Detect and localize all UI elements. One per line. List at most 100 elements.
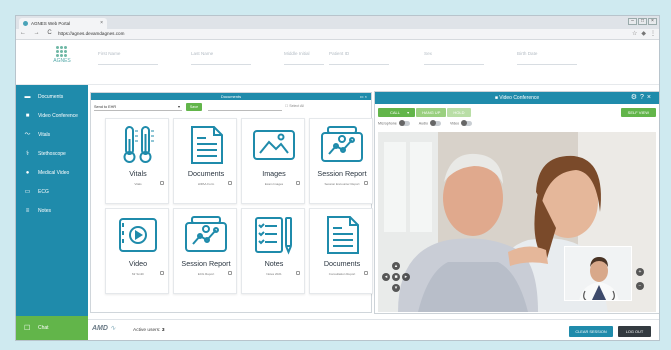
extension-icon[interactable]: ◆ <box>641 30 646 37</box>
zoom-in-button[interactable]: + <box>636 268 644 276</box>
birth-date-field[interactable]: Birth Date <box>517 51 577 65</box>
microphone-toggle[interactable]: Microphone <box>378 120 410 126</box>
doc-card-session-report[interactable]: Session Report Session Encounter Report <box>309 118 373 204</box>
nav-buttons[interactable]: ← → C <box>20 30 55 36</box>
sidebar-item-medical-video[interactable]: ● Medical Video <box>16 167 88 179</box>
minimize-button[interactable]: – <box>628 18 637 25</box>
browser-tab-bar: AGNES Web Portal × – □ × <box>16 16 659 29</box>
doc-card-images[interactable]: Images Exam Images <box>241 118 305 204</box>
doc-card-video[interactable]: Video Mr Smith <box>105 208 169 294</box>
save-button[interactable]: Save <box>186 103 202 111</box>
footer: AMD ∿ Active users: 3 CLEAR SESSION LOG … <box>88 319 659 340</box>
tab-title: AGNES Web Portal <box>31 21 71 26</box>
call-button[interactable]: CALL ▾ <box>378 108 416 117</box>
sidebar-item-vitals[interactable]: 〜 Vitals <box>16 129 88 141</box>
notes-pen-icon <box>255 217 292 255</box>
first-name-field[interactable]: First Name <box>98 51 158 65</box>
doc-card-documents-consult[interactable]: Documents Consultation Report <box>309 208 373 294</box>
doc-card-checkbox[interactable] <box>160 271 164 275</box>
doc-card-checkbox[interactable] <box>296 181 300 185</box>
middle-initial-field[interactable]: Middle Initial <box>284 51 324 65</box>
folder-icon: ▬ <box>24 94 31 100</box>
sidebar: ▬ Documents ■ Video Conference 〜 Vitals ⚕ St… <box>16 85 88 340</box>
document-icon <box>191 126 223 164</box>
hold-button[interactable]: HOLD <box>447 108 471 117</box>
doc-card-label: Session Report <box>317 169 367 178</box>
clear-session-button[interactable]: CLEAR SESSION <box>569 326 613 337</box>
sidebar-item-notes[interactable]: ≡ Notes <box>16 205 88 217</box>
sidebar-item-documents[interactable]: ▬ Documents <box>16 91 88 103</box>
select-all-checkbox[interactable]: ☐ Select All <box>285 104 304 108</box>
call-controls: CALL ▾ HANG UP HOLD <box>378 108 471 117</box>
session-report-icon <box>185 216 227 252</box>
sidebar-item-stethoscope[interactable]: ⚕ Stethoscope <box>16 148 88 160</box>
menu-icon[interactable]: ⋮ <box>650 30 656 37</box>
active-users: Active users: 3 <box>133 328 165 333</box>
maximize-button[interactable]: □ <box>638 18 647 25</box>
documents-panel: Documents ▭ × Send to EHR ▾ Save ☐ Select… <box>90 92 373 313</box>
video-panel-title: Video Conference <box>499 95 540 101</box>
doc-card-label: Documents <box>187 169 225 178</box>
notes-icon: ≡ <box>25 208 30 214</box>
chart-line-icon: 〜 <box>24 132 31 138</box>
chat-button[interactable]: ☐ Chat <box>16 316 88 340</box>
logout-button[interactable]: LOG OUT <box>618 326 651 337</box>
star-icon[interactable]: ☆ <box>632 30 637 37</box>
amd-logo: AMD ∿ <box>92 325 116 332</box>
document-search-input[interactable] <box>208 104 282 111</box>
video-panel-controls[interactable]: ⚙?× <box>631 92 654 104</box>
self-view-button[interactable]: SELF VIEW <box>620 108 656 117</box>
sidebar-item-ecg[interactable]: ▭ ECG <box>16 186 88 198</box>
documents-panel-title: Documents <box>220 94 242 99</box>
patient-id-field[interactable]: Patient ID <box>329 51 389 65</box>
close-window-button[interactable]: × <box>648 18 657 25</box>
self-view-video <box>564 246 632 301</box>
doc-card-checkbox[interactable] <box>228 181 232 185</box>
doc-card-session-report-ecg[interactable]: Session Report ECG Report <box>173 208 237 294</box>
session-report-icon <box>321 126 363 162</box>
patient-header: AGNES First Name Last Name Middle Initia… <box>16 41 659 85</box>
doc-card-checkbox[interactable] <box>364 271 368 275</box>
camera-home-button[interactable]: ■ <box>392 273 400 281</box>
url-field[interactable]: https://agnes.devamdagnes.com <box>58 31 124 36</box>
chat-icon: ☐ <box>24 325 31 332</box>
doc-card-checkbox[interactable] <box>160 181 164 185</box>
camera-left-button[interactable]: ◂ <box>382 273 390 281</box>
video-toggle[interactable]: Video <box>450 120 473 126</box>
last-name-field[interactable]: Last Name <box>191 51 251 65</box>
thermometer-icon <box>123 126 154 163</box>
panel-controls-icon[interactable]: ▭ × <box>360 93 367 100</box>
video-camera-icon: ■ <box>494 95 498 101</box>
hang-up-button[interactable]: HANG UP <box>416 108 447 117</box>
stethoscope-icon: ⚕ <box>25 151 30 157</box>
doc-card-documents[interactable]: Documents HIPAA Form <box>173 118 237 204</box>
sidebar-item-video-conference[interactable]: ■ Video Conference <box>16 110 88 122</box>
doc-card-label: Images <box>262 169 286 178</box>
camera-down-button[interactable]: ▾ <box>392 284 400 292</box>
doc-card-checkbox[interactable] <box>364 181 368 185</box>
extension-icons: ☆ ◆ ⋮ <box>632 30 656 37</box>
video-file-icon <box>119 218 157 252</box>
camera-right-button[interactable]: ▸ <box>402 273 410 281</box>
doc-card-vitals[interactable]: Vitals Vitals <box>105 118 169 204</box>
audio-toggle[interactable]: Audio <box>419 120 441 126</box>
remote-video-feed: ▴ ◂ ■ ▸ ▾ + − <box>378 132 656 312</box>
browser-tab[interactable]: AGNES Web Portal × <box>19 18 107 29</box>
sex-field[interactable]: Sex <box>424 51 484 65</box>
doc-card-label: Documents <box>323 259 361 268</box>
camera-up-button[interactable]: ▴ <box>392 262 400 270</box>
video-camera-icon: ■ <box>25 113 30 119</box>
tab-close-icon[interactable]: × <box>100 20 103 26</box>
doc-card-label: Vitals <box>129 169 147 178</box>
agnes-logo: AGNES <box>48 46 76 79</box>
zoom-out-button[interactable]: − <box>636 282 644 290</box>
send-to-select[interactable]: Send to EHR ▾ <box>94 104 182 111</box>
doc-card-notes[interactable]: Notes Notes 2021 <box>241 208 305 294</box>
doc-card-label: Notes <box>264 259 284 268</box>
doc-card-checkbox[interactable] <box>228 271 232 275</box>
user-icon: ● <box>25 170 30 176</box>
browser-window: AGNES Web Portal × – □ × ← → C https://a… <box>15 15 660 341</box>
document-icon <box>327 216 359 254</box>
doc-card-checkbox[interactable] <box>296 271 300 275</box>
image-icon <box>253 130 295 160</box>
